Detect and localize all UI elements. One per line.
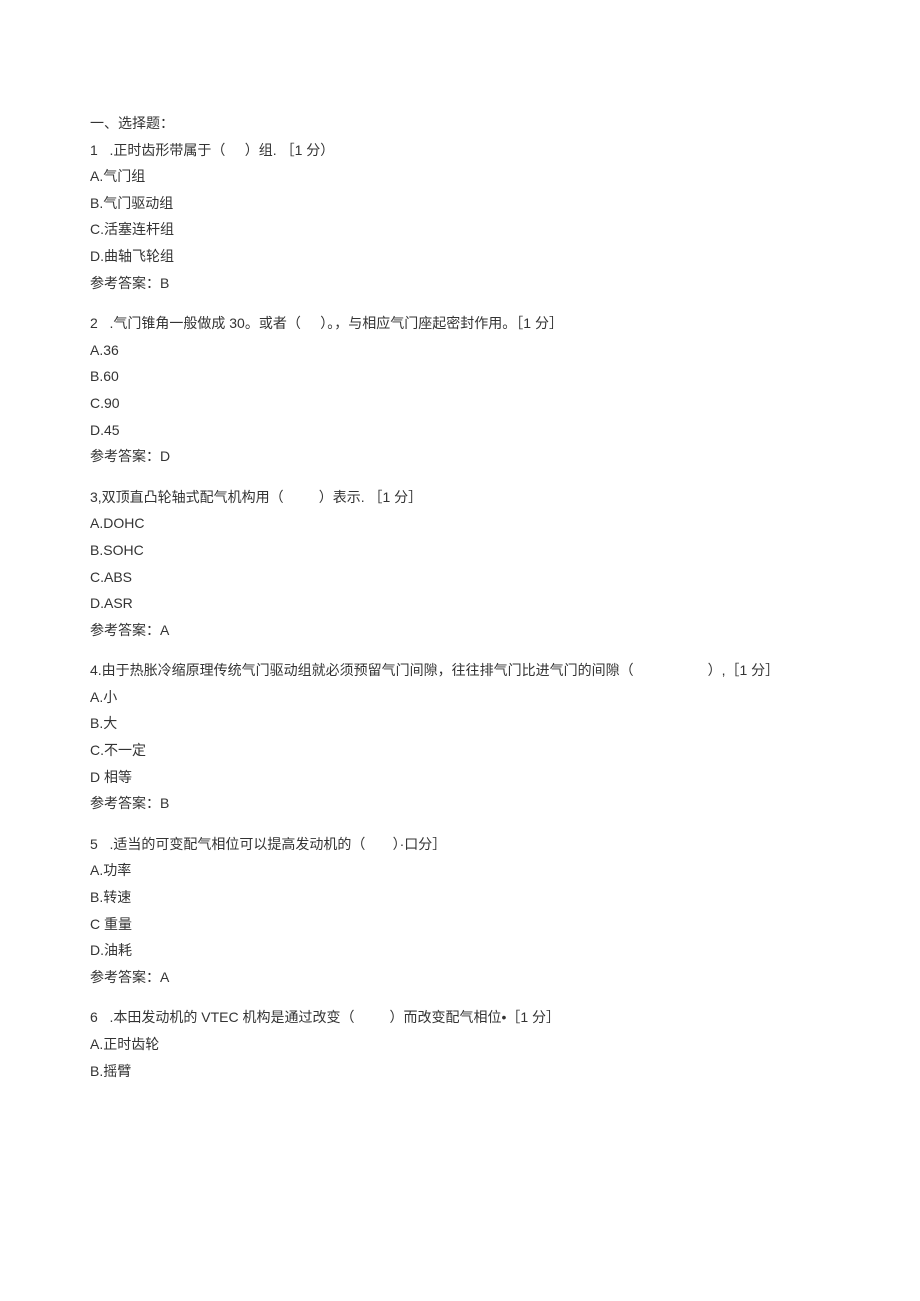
option-d: D.45 [90, 417, 830, 444]
question-block: 1 .正时齿形带属于（ ）组. ［1 分） A.气门组 B.气门驱动组 C.活塞… [90, 137, 830, 297]
answer-line: 参考答案：A [90, 964, 830, 991]
question-block: 3,双顶直凸轮轴式配气机构用（ ）表示. ［1 分］ A.DOHC B.SOHC… [90, 484, 830, 644]
question-text: .正时齿形带属于（ ）组. ［1 分） [98, 142, 334, 158]
answer-label: 参考答案： [90, 795, 160, 811]
answer-value: A [160, 969, 169, 985]
question-number: 5 [90, 836, 98, 852]
question-number: 4 [90, 662, 98, 678]
question-stem: 6 .本田发动机的 VTEC 机构是通过改变（ ）而改变配气相位•［1 分］ [90, 1004, 830, 1031]
question-text: .气门锥角一般做成 30。或者（ ）。，与相应气门座起密封作用。［1 分］ [98, 315, 563, 331]
option-a: A.小 [90, 684, 830, 711]
answer-label: 参考答案： [90, 275, 160, 291]
question-number: 2 [90, 315, 98, 331]
question-block: 4.由于热胀冷缩原理传统气门驱动组就必须预留气门间隙，往往排气门比进气门的间隙（… [90, 657, 830, 817]
question-stem: 3,双顶直凸轮轴式配气机构用（ ）表示. ［1 分］ [90, 484, 830, 511]
option-b: B.气门驱动组 [90, 190, 830, 217]
option-c: C.不一定 [90, 737, 830, 764]
question-number: 6 [90, 1009, 98, 1025]
section-title: 一、选择题： [90, 110, 830, 137]
option-d: D.曲轴飞轮组 [90, 243, 830, 270]
option-a: A.功率 [90, 857, 830, 884]
answer-line: 参考答案：D [90, 443, 830, 470]
question-stem: 1 .正时齿形带属于（ ）组. ［1 分） [90, 137, 830, 164]
option-a: A.正时齿轮 [90, 1031, 830, 1058]
question-number: 1 [90, 142, 98, 158]
document-page: 一、选择题： 1 .正时齿形带属于（ ）组. ［1 分） A.气门组 B.气门驱… [0, 0, 920, 1138]
option-b: B.摇臂 [90, 1058, 830, 1085]
answer-label: 参考答案： [90, 622, 160, 638]
answer-value: A [160, 622, 169, 638]
question-text: ,双顶直凸轮轴式配气机构用（ ）表示. ［1 分］ [98, 489, 422, 505]
option-a: A.36 [90, 337, 830, 364]
question-block: 5 .适当的可变配气相位可以提高发动机的（ ）·口分］ A.功率 B.转速 C … [90, 831, 830, 991]
answer-line: 参考答案：A [90, 617, 830, 644]
question-stem: 4.由于热胀冷缩原理传统气门驱动组就必须预留气门间隙，往往排气门比进气门的间隙（… [90, 657, 830, 684]
answer-line: 参考答案：B [90, 790, 830, 817]
option-d: D.油耗 [90, 937, 830, 964]
option-c: C 重量 [90, 911, 830, 938]
question-stem: 2 .气门锥角一般做成 30。或者（ ）。，与相应气门座起密封作用。［1 分］ [90, 310, 830, 337]
answer-value: D [160, 448, 170, 464]
question-text: .本田发动机的 VTEC 机构是通过改变（ ）而改变配气相位•［1 分］ [98, 1009, 560, 1025]
option-c: C.90 [90, 390, 830, 417]
option-c: C.活塞连杆组 [90, 216, 830, 243]
question-text: .适当的可变配气相位可以提高发动机的（ ）·口分］ [98, 836, 446, 852]
answer-value: B [160, 795, 169, 811]
answer-label: 参考答案： [90, 448, 160, 464]
option-a: A.气门组 [90, 163, 830, 190]
option-d: D.ASR [90, 590, 830, 617]
question-stem: 5 .适当的可变配气相位可以提高发动机的（ ）·口分］ [90, 831, 830, 858]
option-c: C.ABS [90, 564, 830, 591]
option-b: B.SOHC [90, 537, 830, 564]
question-block: 6 .本田发动机的 VTEC 机构是通过改变（ ）而改变配气相位•［1 分］ A… [90, 1004, 830, 1084]
question-block: 2 .气门锥角一般做成 30。或者（ ）。，与相应气门座起密封作用。［1 分］ … [90, 310, 830, 470]
question-text: .由于热胀冷缩原理传统气门驱动组就必须预留气门间隙，往往排气门比进气门的间隙（ … [98, 662, 779, 678]
option-d: D 相等 [90, 764, 830, 791]
question-number: 3 [90, 489, 98, 505]
answer-value: B [160, 275, 169, 291]
answer-label: 参考答案： [90, 969, 160, 985]
option-b: B.转速 [90, 884, 830, 911]
option-b: B.大 [90, 710, 830, 737]
option-a: A.DOHC [90, 510, 830, 537]
option-b: B.60 [90, 363, 830, 390]
answer-line: 参考答案：B [90, 270, 830, 297]
